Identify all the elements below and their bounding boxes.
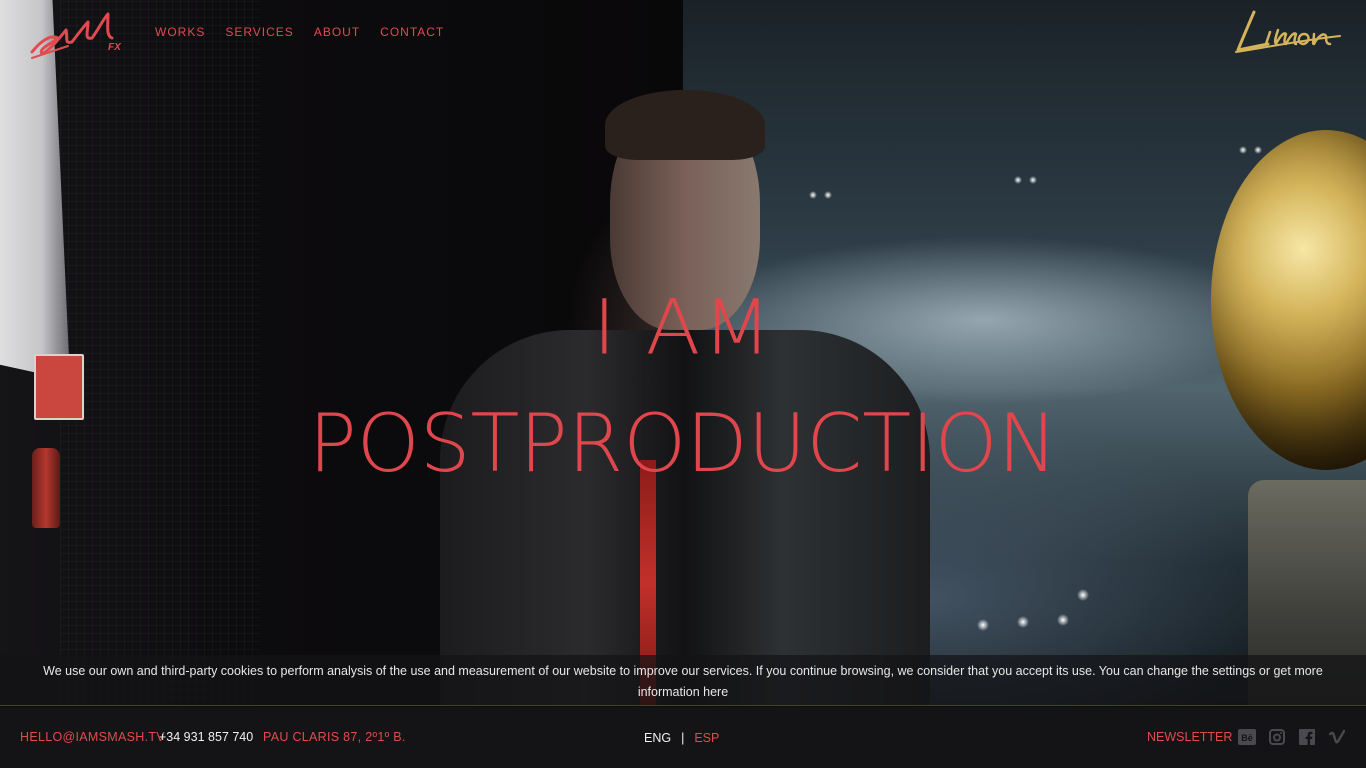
vimeo-icon[interactable] — [1328, 728, 1346, 746]
language-switcher: ENG | ESP — [644, 731, 719, 745]
footer-phone: +34 931 857 740 — [159, 730, 254, 744]
limon-logo[interactable] — [1234, 6, 1344, 62]
limon-logo-icon — [1235, 10, 1341, 53]
svg-text:Bē: Bē — [1241, 733, 1253, 743]
svg-text:FX: FX — [108, 42, 122, 53]
person-hair — [605, 90, 765, 160]
smash-logo[interactable]: FX — [28, 8, 128, 64]
behance-icon[interactable]: Bē — [1238, 728, 1256, 746]
nav-services[interactable]: SERVICES — [225, 25, 293, 39]
lang-separator: | — [681, 731, 685, 745]
nav-about[interactable]: ABOUT — [314, 25, 360, 39]
lang-eng[interactable]: ENG — [644, 731, 671, 745]
main-nav: WORKS SERVICES ABOUT CONTACT — [155, 25, 444, 39]
headline-line-2: POSTPRODUCTION — [308, 397, 1058, 490]
facebook-icon[interactable] — [1298, 728, 1316, 746]
smash-logo-icon: FX — [30, 12, 122, 59]
page: FX WORKS SERVICES ABOUT CONTACT I AM POS… — [0, 0, 1366, 768]
newsletter-link[interactable]: NEWSLETTER — [1147, 730, 1232, 744]
footer-address: PAU CLARIS 87, 2º1º B. — [263, 730, 406, 744]
instagram-icon[interactable] — [1268, 728, 1286, 746]
footer-email-link[interactable]: HELLO@IAMSMASH.TV — [20, 730, 165, 744]
headline-line-1: I AM — [592, 283, 774, 372]
nav-contact[interactable]: CONTACT — [380, 25, 444, 39]
lang-esp[interactable]: ESP — [694, 731, 719, 745]
nav-works[interactable]: WORKS — [155, 25, 205, 39]
hero-headline: I AM POSTPRODUCTION — [0, 270, 1366, 502]
cookie-message: We use our own and third-party cookies t… — [43, 664, 1274, 678]
footer: HELLO@IAMSMASH.TV +34 931 857 740 PAU CL… — [0, 707, 1366, 768]
social-links: Bē — [1238, 728, 1346, 746]
cookie-banner: We use our own and third-party cookies t… — [0, 655, 1366, 706]
